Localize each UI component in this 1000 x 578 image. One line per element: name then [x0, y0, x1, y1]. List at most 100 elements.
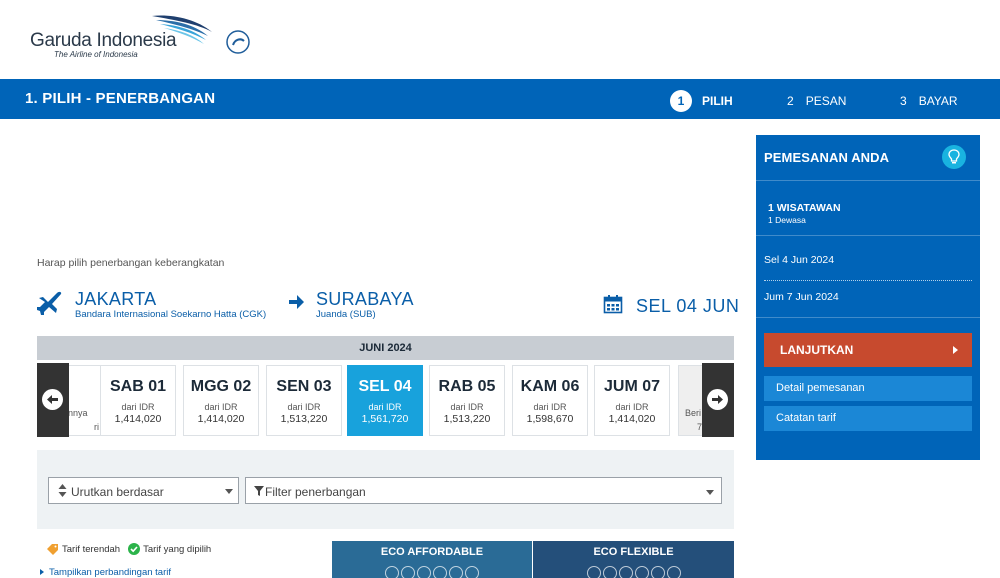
continue-label: LANJUTKAN	[780, 343, 854, 357]
fare-notes-label: Catatan tarif	[776, 412, 836, 424]
date-day: KAM 06	[520, 378, 580, 395]
partial-prev-line2: ri	[94, 422, 99, 432]
date-day: SAB 01	[109, 378, 167, 395]
filter-icon	[254, 486, 264, 496]
booking-summary-panel: PEMESANAN ANDA 1 WISATAWAN 1 Dewasa Sel …	[756, 135, 980, 460]
origin-city: JAKARTA	[75, 289, 157, 309]
date-from-label: dari IDR	[121, 402, 155, 412]
date-card-sab-01[interactable]: SAB 01 dari IDR 1,414,020	[100, 365, 176, 436]
partial-next-line1: Beri	[685, 408, 702, 418]
arrow-right-icon	[289, 295, 304, 309]
filter-bar: Urutkan berdasar Filter penerbangan	[37, 450, 734, 529]
sort-label: Urutkan berdasar	[71, 485, 164, 499]
booking-detail-label: Detail pemesanan	[776, 382, 865, 394]
step-label: BAYAR	[918, 94, 958, 108]
date-from-label: dari IDR	[450, 402, 484, 412]
tag-icon	[47, 543, 58, 555]
date-card-jum-07[interactable]: JUM 07 dari IDR 1,414,020	[594, 365, 670, 436]
calendar-icon	[603, 295, 623, 314]
arrow-right-icon	[712, 395, 723, 404]
skyteam-icon	[226, 30, 250, 54]
prev-dates-button[interactable]	[37, 363, 69, 437]
date-price: 1,414,020	[197, 413, 245, 425]
step-pilih[interactable]: 1 PILIH	[670, 90, 733, 112]
fare-label: ECO FLEXIBLE	[593, 546, 674, 558]
destination-city: SURABAYA	[316, 289, 414, 309]
date-carousel: nnya ri SAB 01 dari IDR 1,414,020 MGG 02…	[37, 362, 734, 438]
date-price: 1,414,020	[114, 413, 162, 425]
date-day: SEL 04	[358, 378, 412, 395]
date-card-kam-06[interactable]: KAM 06 dari IDR 1,598,670	[512, 365, 588, 436]
date-card-rab-05[interactable]: RAB 05 dari IDR 1,513,220	[429, 365, 505, 436]
fare-notes-link[interactable]: Catatan tarif	[764, 406, 972, 431]
filter-label: Filter penerbangan	[265, 485, 366, 499]
garuda-bird-icon	[152, 15, 212, 44]
date-card-sel-04[interactable]: SEL 04 dari IDR 1,561,720	[347, 365, 423, 436]
date-from-label: dari IDR	[287, 402, 321, 412]
filter-dropdown[interactable]: Filter penerbangan	[245, 477, 722, 504]
lightbulb-icon	[948, 149, 960, 164]
page-title: 1. PILIH - PENERBANGAN	[25, 90, 216, 107]
step-number: 1	[670, 90, 692, 112]
sort-dropdown[interactable]: Urutkan berdasar	[48, 477, 239, 504]
booking-detail-link[interactable]: Detail pemesanan	[764, 376, 972, 401]
step-number: 2	[787, 94, 794, 108]
step-label: PESAN	[805, 94, 847, 108]
fare-label: ECO AFFORDABLE	[380, 546, 484, 558]
chevron-down-icon	[706, 490, 714, 495]
panel-title: PEMESANAN ANDA	[764, 150, 890, 165]
date-card-sen-03[interactable]: SEN 03 dari IDR 1,513,220	[266, 365, 342, 436]
date-price: 1,561,720	[361, 413, 409, 425]
fare-feature-icons	[533, 566, 734, 578]
partial-prev-line1: nnya	[68, 408, 88, 418]
date-price: 1,414,020	[608, 413, 656, 425]
date-price: 1,513,220	[443, 413, 491, 425]
date-day: RAB 05	[438, 378, 496, 395]
origin-airport: Bandara Internasional Soekarno Hatta (CG…	[75, 309, 267, 320]
date-price: 1,513,220	[280, 413, 328, 425]
tips-button[interactable]	[942, 145, 966, 169]
fare-legend: Tarif terendah Tarif yang dipilih	[47, 543, 211, 555]
fare-column-eco-flexible: ECO FLEXIBLE	[533, 541, 734, 578]
airplane-icon	[37, 291, 62, 315]
traveller-detail: 1 Dewasa	[768, 215, 806, 225]
date-from-label: dari IDR	[368, 402, 402, 412]
fare-column-eco-affordable: ECO AFFORDABLE	[332, 541, 532, 578]
sort-icon	[58, 484, 67, 497]
depart-date: Sel 4 Jun 2024	[764, 254, 835, 266]
next-dates-button[interactable]	[702, 363, 734, 437]
step-pesan[interactable]: 2 PESAN	[787, 90, 846, 112]
date-from-label: dari IDR	[615, 402, 649, 412]
continue-button[interactable]: LANJUTKAN	[764, 333, 972, 367]
date-day: JUM 07	[603, 378, 661, 395]
step-bayar[interactable]: 3 BAYAR	[900, 90, 958, 112]
date-from-label: dari IDR	[204, 402, 238, 412]
check-circle-icon	[128, 543, 141, 555]
step-label: PILIH	[702, 94, 733, 108]
date-card-mgg-02[interactable]: MGG 02 dari IDR 1,414,020	[183, 365, 259, 436]
legend-lowest: Tarif terendah	[62, 543, 121, 555]
arrow-left-icon	[47, 395, 58, 404]
destination-airport: Juanda (SUB)	[316, 309, 376, 320]
date-from-label: dari IDR	[533, 402, 567, 412]
caret-right-icon	[40, 569, 44, 576]
fare-feature-icons	[332, 566, 532, 578]
return-date: Jum 7 Jun 2024	[764, 291, 839, 303]
compare-fares-link[interactable]: Tampilkan perbandingan tarif	[40, 567, 171, 578]
chevron-down-icon	[225, 489, 233, 494]
select-departure-prompt: Harap pilih penerbangan keberangkatan	[37, 257, 225, 269]
departure-date: SEL 04 JUN	[636, 296, 740, 316]
brand-tagline: The Airline of Indonesia	[54, 50, 138, 59]
legend-selected: Tarif yang dipilih	[143, 543, 212, 555]
step-bar: 1. PILIH - PENERBANGAN 1 PILIH 2 PESAN 3…	[0, 79, 1000, 119]
step-number: 3	[900, 94, 907, 108]
garuda-logo[interactable]: Garuda Indonesia The Airline of Indonesi…	[30, 14, 250, 62]
caret-right-icon	[953, 346, 958, 354]
date-day: SEN 03	[276, 378, 332, 395]
traveller-count: 1 WISATAWAN	[768, 202, 841, 214]
month-label: JUNI 2024	[37, 336, 734, 360]
compare-fares-label: Tampilkan perbandingan tarif	[49, 567, 171, 578]
date-day: MGG 02	[190, 378, 252, 395]
date-price: 1,598,670	[526, 413, 574, 425]
partial-next-line2: 7	[697, 422, 703, 432]
